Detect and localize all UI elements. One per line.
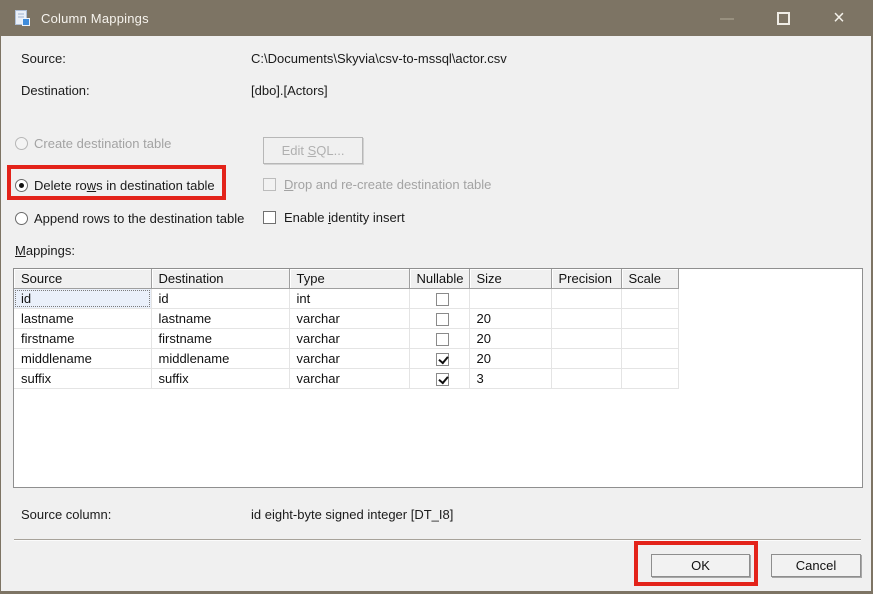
delete-rows-radio[interactable] (15, 179, 28, 192)
cancel-button[interactable]: Cancel (771, 554, 861, 577)
append-rows-label[interactable]: Append rows to the destination table (34, 211, 244, 226)
cell-type[interactable]: int (289, 288, 409, 308)
mappings-label: Mappings: (15, 243, 75, 258)
mappings-grid[interactable]: SourceDestinationTypeNullableSizePrecisi… (13, 268, 863, 488)
app-icon (13, 9, 31, 27)
mappings-table: SourceDestinationTypeNullableSizePrecisi… (14, 269, 862, 389)
column-header-size[interactable]: Size (469, 269, 551, 288)
close-button[interactable]: × (814, 1, 864, 36)
append-rows-radio[interactable] (15, 212, 28, 225)
cell-destination[interactable]: suffix (151, 368, 289, 388)
mapping-row-id: ididint (14, 288, 862, 308)
close-icon: × (833, 7, 845, 30)
drop-recreate-checkbox (263, 178, 276, 191)
cell-source[interactable]: middlename (14, 348, 151, 368)
cell-size[interactable]: 3 (469, 368, 551, 388)
cell-source[interactable]: firstname (14, 328, 151, 348)
cell-scale[interactable] (621, 328, 678, 348)
nullable-checkbox-checked[interactable] (436, 353, 449, 366)
column-header-precision[interactable]: Precision (551, 269, 621, 288)
cell-type[interactable]: varchar (289, 368, 409, 388)
cell-precision[interactable] (551, 328, 621, 348)
source-label: Source: (21, 51, 66, 66)
source-column-value: id eight-byte signed integer [DT_I8] (251, 507, 453, 522)
edit-sql-label: Edit SQL... (282, 143, 345, 158)
cell-destination[interactable]: lastname (151, 308, 289, 328)
cell-source[interactable]: lastname (14, 308, 151, 328)
column-header-scale[interactable]: Scale (621, 269, 678, 288)
cell-type[interactable]: varchar (289, 328, 409, 348)
nullable-checkbox-unchecked[interactable] (436, 313, 449, 326)
footer-separator (14, 539, 861, 540)
cell-nullable[interactable] (409, 308, 469, 328)
destination-label: Destination: (21, 83, 90, 98)
window-title: Column Mappings (41, 1, 149, 36)
column-header-type[interactable]: Type (289, 269, 409, 288)
column-mappings-dialog: Column Mappings × Source: C:\Documents\S… (0, 0, 873, 594)
cell-scale[interactable] (621, 348, 678, 368)
cell-precision[interactable] (551, 368, 621, 388)
cell-destination[interactable]: id (151, 288, 289, 308)
nullable-checkbox-unchecked[interactable] (436, 333, 449, 346)
cell-scale[interactable] (621, 308, 678, 328)
maximize-button[interactable] (760, 1, 806, 36)
create-table-radio (15, 137, 28, 150)
cell-size[interactable]: 20 (469, 328, 551, 348)
cell-size[interactable] (469, 288, 551, 308)
cell-size[interactable]: 20 (469, 308, 551, 328)
create-table-label: Create destination table (34, 136, 171, 151)
cancel-label: Cancel (796, 558, 836, 573)
cell-scale[interactable] (621, 288, 678, 308)
cell-nullable[interactable] (409, 348, 469, 368)
cell-size[interactable]: 20 (469, 348, 551, 368)
cell-type[interactable]: varchar (289, 308, 409, 328)
destination-value: [dbo].[Actors] (251, 83, 328, 98)
mapping-row-middlename: middlenamemiddlenamevarchar20 (14, 348, 862, 368)
cell-filler (678, 368, 862, 388)
mapping-row-suffix: suffixsuffixvarchar3 (14, 368, 862, 388)
titlebar[interactable]: Column Mappings × (1, 1, 871, 36)
cell-filler (678, 288, 862, 308)
cell-destination[interactable]: firstname (151, 328, 289, 348)
cell-destination[interactable]: middlename (151, 348, 289, 368)
ok-button[interactable]: OK (651, 554, 750, 577)
cell-nullable[interactable] (409, 288, 469, 308)
cell-type[interactable]: varchar (289, 348, 409, 368)
mapping-row-firstname: firstnamefirstnamevarchar20 (14, 328, 862, 348)
mapping-row-lastname: lastnamelastnamevarchar20 (14, 308, 862, 328)
cell-filler (678, 308, 862, 328)
column-header-filler (678, 269, 862, 288)
cell-nullable[interactable] (409, 328, 469, 348)
source-value: C:\Documents\Skyvia\csv-to-mssql\actor.c… (251, 51, 507, 66)
cell-filler (678, 348, 862, 368)
cell-precision[interactable] (551, 348, 621, 368)
nullable-checkbox-unchecked[interactable] (436, 293, 449, 306)
nullable-checkbox-checked[interactable] (436, 373, 449, 386)
identity-insert-checkbox[interactable] (263, 211, 276, 224)
identity-insert-label[interactable]: Enable identity insert (284, 210, 405, 225)
maximize-icon (777, 12, 790, 25)
ok-label: OK (691, 558, 710, 573)
column-header-destination[interactable]: Destination (151, 269, 289, 288)
delete-rows-label[interactable]: Delete rows in destination table (34, 178, 215, 193)
cell-precision[interactable] (551, 308, 621, 328)
minimize-icon (720, 18, 734, 20)
source-column-label: Source column: (21, 507, 111, 522)
mappings-table-body: ididintlastnamelastnamevarchar20firstnam… (14, 288, 862, 388)
edit-sql-button: Edit SQL... (263, 137, 363, 164)
cell-scale[interactable] (621, 368, 678, 388)
cell-precision[interactable] (551, 288, 621, 308)
column-header-source[interactable]: Source (14, 269, 151, 288)
cell-source[interactable]: suffix (14, 368, 151, 388)
cell-nullable[interactable] (409, 368, 469, 388)
cell-source[interactable]: id (14, 288, 151, 308)
mappings-header-row: SourceDestinationTypeNullableSizePrecisi… (14, 269, 862, 288)
drop-recreate-label: Drop and re-create destination table (284, 177, 491, 192)
minimize-button (704, 1, 750, 36)
cell-filler (678, 328, 862, 348)
column-header-nullable[interactable]: Nullable (409, 269, 469, 288)
